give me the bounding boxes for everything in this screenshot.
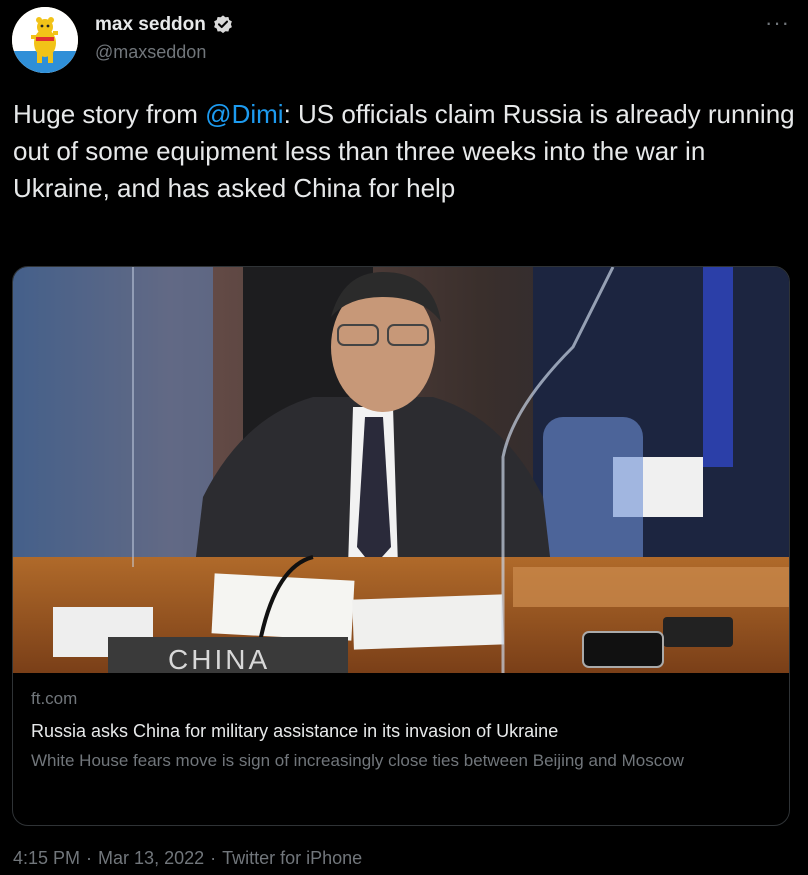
link-card[interactable]: CHINA ft.com Russia asks China for milit… — [12, 266, 790, 826]
avatar[interactable] — [12, 7, 78, 73]
more-options-icon[interactable]: ··· — [765, 10, 790, 36]
tweet-text-prefix: Huge story from — [13, 99, 206, 129]
verified-badge-icon — [213, 15, 232, 34]
meta-separator: · — [86, 848, 93, 868]
tweet-time[interactable]: 4:15 PM — [13, 848, 80, 869]
tweet-meta: 4:15 PM · Mar 13, 2022 · Twitter for iPh… — [13, 848, 362, 869]
mention-link[interactable]: @Dimi — [205, 99, 283, 129]
author-handle[interactable]: @maxseddon — [95, 42, 206, 63]
tweet-date[interactable]: Mar 13, 2022 — [98, 848, 204, 869]
bear-flag-avatar-icon — [12, 7, 78, 73]
card-image[interactable]: CHINA — [13, 267, 790, 673]
nameplate-text: CHINA — [168, 644, 270, 673]
card-description: White House fears move is sign of increa… — [31, 751, 684, 770]
display-name[interactable]: max seddon — [95, 14, 206, 36]
card-body[interactable]: ft.com Russia asks China for military as… — [13, 673, 789, 787]
author-name-row[interactable]: max seddon — [95, 14, 234, 36]
tweet-source: Twitter for iPhone — [222, 848, 363, 868]
card-domain: ft.com — [31, 689, 78, 708]
meta-separator: · — [210, 848, 217, 868]
tweet-text: Huge story from @Dimi: US officials clai… — [13, 96, 798, 207]
card-title[interactable]: Russia asks China for military assistanc… — [31, 719, 773, 743]
tweet: max seddon @maxseddon ··· Huge story fro… — [0, 0, 808, 875]
